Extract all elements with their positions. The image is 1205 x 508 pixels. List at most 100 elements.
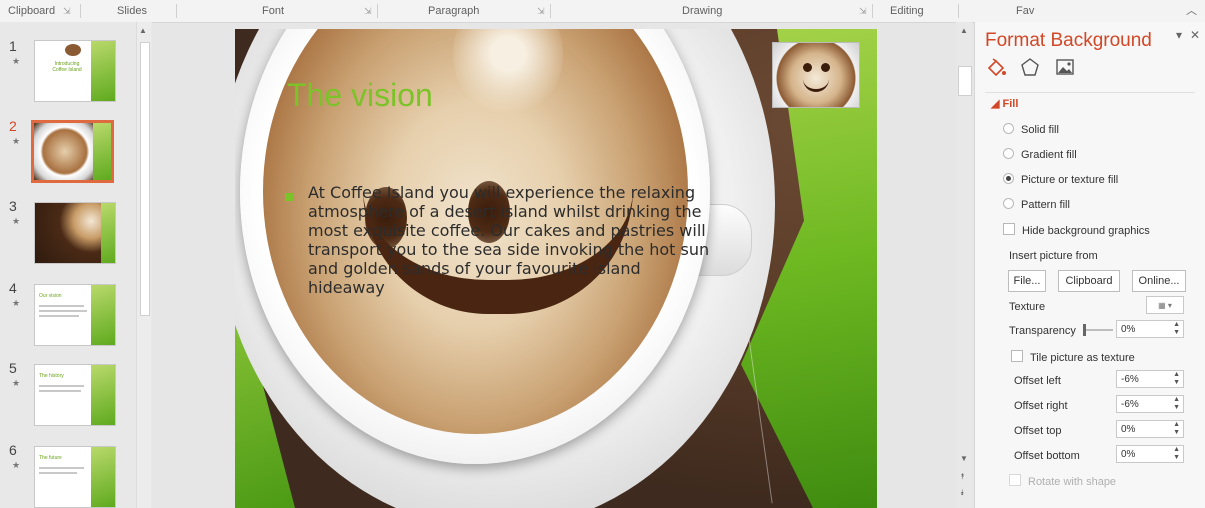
thumbnail-green-accent (91, 365, 115, 425)
previous-slide-icon[interactable]: ⯭ (960, 472, 965, 482)
animation-star-icon: ★ (12, 298, 21, 308)
radio-picture-fill[interactable] (1003, 173, 1014, 184)
pane-divider (985, 92, 1195, 93)
animation-star-icon: ★ (12, 56, 21, 66)
thumbnail-scrollbar[interactable]: ▲ (136, 22, 151, 508)
font-launcher-icon[interactable]: ⇲ (364, 0, 372, 22)
ribbon-group-editing: Editing (890, 5, 924, 17)
offset-right-spinner[interactable]: -6% ▲ ▼ (1116, 395, 1184, 413)
offset-left-spinner[interactable]: -6% ▲ ▼ (1116, 370, 1184, 388)
thumbnail-green-accent (91, 41, 115, 101)
option-label: Hide background graphics (1022, 225, 1150, 237)
monkey-latte-picture[interactable] (772, 42, 860, 108)
slide-number: 6 (9, 442, 17, 458)
spinner-value: -6% (1121, 374, 1139, 385)
insert-picture-from-label: Insert picture from (1009, 250, 1098, 262)
gradient-fill-option[interactable]: Gradient fill (1003, 148, 1077, 161)
slide-thumbnail-4[interactable]: Our vision (34, 284, 116, 346)
rotate-checkbox (1009, 474, 1021, 486)
tile-checkbox[interactable] (1011, 350, 1023, 362)
slide-thumbnail-2[interactable] (31, 120, 114, 183)
next-slide-icon[interactable]: ⯯ (960, 488, 965, 498)
scroll-up-icon[interactable]: ▲ (139, 26, 147, 35)
option-label: Gradient fill (1021, 149, 1077, 161)
hide-graphics-checkbox[interactable] (1003, 223, 1015, 235)
picture-eye (803, 63, 812, 72)
ribbon-group-paragraph: Paragraph (428, 5, 480, 17)
thumbnail-image (65, 44, 81, 56)
fill-bucket-icon[interactable] (985, 56, 1007, 78)
offset-bottom-label: Offset bottom (1014, 450, 1080, 462)
pane-tab-icons (985, 56, 1084, 83)
slide-number: 5 (9, 360, 17, 376)
pattern-fill-option[interactable]: Pattern fill (1003, 198, 1070, 211)
bullet-marker (285, 193, 293, 201)
radio-solid-fill[interactable] (1003, 123, 1014, 134)
spinner-value: 0% (1121, 449, 1136, 460)
offset-right-label: Offset right (1014, 400, 1068, 412)
scrollbar-thumb[interactable] (140, 42, 150, 316)
texture-picker[interactable]: ▦ ▾ (1146, 296, 1184, 314)
option-label: Tile picture as texture (1030, 352, 1135, 364)
pane-options-icon[interactable]: ▾ (1176, 28, 1182, 42)
spinner-arrows-icon[interactable]: ▲ ▼ (1173, 446, 1180, 462)
thumbnail-title: Introducing Coffee Island (52, 61, 82, 73)
thumbnail-text-line (39, 467, 84, 469)
offset-top-spinner[interactable]: 0% ▲ ▼ (1116, 420, 1184, 438)
solid-fill-option[interactable]: Solid fill (1003, 123, 1059, 136)
scroll-up-icon[interactable]: ▲ (960, 26, 968, 35)
close-icon[interactable]: ✕ (1190, 28, 1200, 42)
slide-thumbnail-5[interactable]: The history (34, 364, 116, 426)
option-label: Pattern fill (1021, 199, 1070, 211)
spinner-arrows-icon[interactable]: ▲ ▼ (1173, 396, 1180, 412)
thumbnail-text-line (39, 472, 77, 474)
picture-icon[interactable] (1054, 56, 1076, 78)
paragraph-launcher-icon[interactable]: ⇲ (537, 0, 545, 22)
slide-body-text[interactable]: At Coffee Island you will experience the… (308, 183, 718, 297)
spinner-arrows-icon[interactable]: ▲ ▼ (1173, 421, 1180, 437)
tile-picture-option[interactable]: Tile picture as texture (1011, 350, 1135, 364)
online-button[interactable]: Online... (1132, 270, 1186, 292)
pentagon-effects-icon[interactable] (1019, 56, 1041, 78)
fill-section-header[interactable]: ◢ Fill (991, 97, 1018, 110)
slide-title[interactable]: The vision (287, 77, 433, 114)
slide-canvas[interactable]: The vision At Coffee Island you will exp… (235, 29, 877, 508)
ribbon-separator (958, 4, 959, 18)
animation-star-icon: ★ (12, 460, 21, 470)
spinner-value: 0% (1121, 424, 1136, 435)
ribbon-group-bar: Clipboard ⇲ Slides Font ⇲ Paragraph ⇲ Dr… (0, 0, 1205, 23)
slide-thumbnail-3[interactable] (34, 202, 116, 264)
file-button[interactable]: File... (1008, 270, 1046, 292)
offset-top-label: Offset top (1014, 425, 1062, 437)
scroll-down-icon[interactable]: ▼ (960, 454, 968, 463)
picture-eye (821, 63, 830, 72)
thumbnail-title: The future (39, 455, 62, 461)
radio-gradient-fill[interactable] (1003, 148, 1014, 159)
picture-texture-fill-option[interactable]: Picture or texture fill (1003, 173, 1118, 186)
spinner-arrows-icon[interactable]: ▲ ▼ (1173, 321, 1180, 337)
collapse-ribbon-icon[interactable]: ︿ (1186, 0, 1197, 22)
spinner-value: 0% (1121, 324, 1136, 335)
spinner-arrows-icon[interactable]: ▲ ▼ (1173, 371, 1180, 387)
scrollbar-thumb[interactable] (958, 66, 972, 96)
slider-knob[interactable] (1083, 324, 1086, 336)
rotate-with-shape-option: Rotate with shape (1009, 474, 1116, 488)
drawing-launcher-icon[interactable]: ⇲ (859, 0, 867, 22)
slide-number: 2 (9, 118, 17, 134)
thumbnail-green-accent (91, 285, 115, 345)
transparency-spinner[interactable]: 0% ▲ ▼ (1116, 320, 1184, 338)
ribbon-separator (176, 4, 177, 18)
animation-star-icon: ★ (12, 378, 21, 388)
clipboard-button[interactable]: Clipboard (1058, 270, 1120, 292)
offset-bottom-spinner[interactable]: 0% ▲ ▼ (1116, 445, 1184, 463)
transparency-slider[interactable] (1083, 324, 1113, 336)
ribbon-separator (377, 4, 378, 18)
editor-scrollbar[interactable]: ▲ ▼ ⯭ ⯯ (956, 22, 972, 508)
radio-pattern-fill[interactable] (1003, 198, 1014, 209)
slide-thumbnail-1[interactable]: Introducing Coffee Island (34, 40, 116, 102)
clipboard-launcher-icon[interactable]: ⇲ (63, 0, 71, 22)
ribbon-separator (80, 4, 81, 18)
ribbon-group-slides: Slides (117, 5, 147, 17)
hide-background-graphics[interactable]: Hide background graphics (1003, 223, 1150, 237)
slide-thumbnail-6[interactable]: The future (34, 446, 116, 508)
